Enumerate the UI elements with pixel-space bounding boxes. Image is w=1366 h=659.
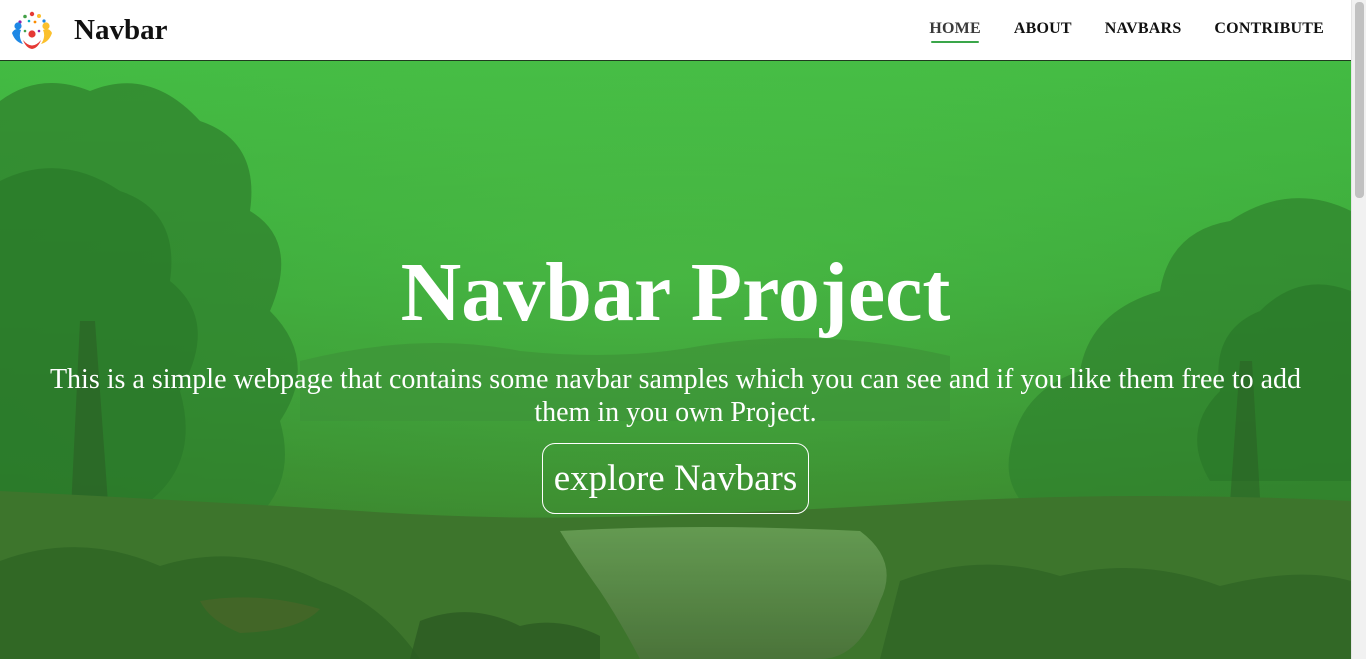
brand-name[interactable]: Navbar <box>74 15 167 45</box>
nav-about-link[interactable]: ABOUT <box>1014 20 1072 38</box>
hero-description: This is a simple webpage that contains s… <box>49 364 1302 428</box>
nav-home-link[interactable]: HOME <box>929 20 981 43</box>
nav-links: HOME ABOUT NAVBARS CONTRIBUTE <box>896 20 1324 43</box>
landscape-background-image <box>0 61 1351 659</box>
brand[interactable]: Navbar <box>9 7 167 53</box>
explore-navbars-button[interactable]: explore Navbars <box>542 443 809 514</box>
page-scrollbar[interactable] <box>1351 0 1366 659</box>
hero-title: Navbar Project <box>400 246 951 339</box>
nav-navbars-link[interactable]: NAVBARS <box>1105 20 1182 38</box>
top-navbar: Navbar HOME ABOUT NAVBARS CONTRIBUTE <box>0 0 1351 61</box>
people-circle-logo-icon <box>10 8 54 52</box>
scrollbar-thumb[interactable] <box>1355 2 1364 198</box>
nav-contribute-link[interactable]: CONTRIBUTE <box>1214 20 1324 38</box>
hero-section: Navbar Project This is a simple webpage … <box>0 61 1351 659</box>
